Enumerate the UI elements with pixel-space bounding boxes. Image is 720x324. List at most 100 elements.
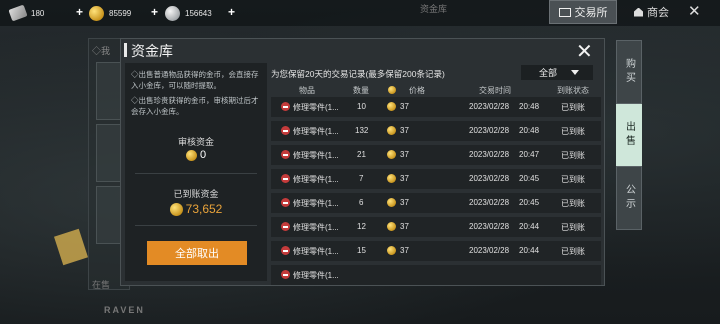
repair-parts-icon [281,222,290,231]
item-price: 37 [400,222,409,231]
vault-dialog: 资金库 ✕ ◇出售普通物品获得的金币，会直接存入小金库，可以随时提取。 ◇出售珍… [120,38,605,286]
item-name: 修理零件(1... [293,223,339,232]
repair-parts-icon [281,102,290,111]
column-header-time: 交易时间 [479,86,511,95]
tab-buy-label: 购买 [623,58,635,86]
background-tab: ◇我 [92,46,111,56]
transaction-row: 修理零件(1... 6 37 2023/02/28 20:45 已到账 [271,193,601,213]
trade-date: 2023/02/28 [469,126,510,135]
item-name: 修理零件(1... [293,151,339,160]
gold-coin-icon [185,149,197,161]
settle-status: 已到账 [561,127,585,136]
add-gold-button[interactable]: + [151,5,158,19]
settle-status: 已到账 [561,223,585,232]
transaction-row: 修理零件(1... 132 37 2023/02/28 20:48 已到账 [271,121,601,141]
silver-coin-icon [165,5,180,21]
repair-parts-icon [281,150,290,159]
trade-time: 20:48 [519,126,540,135]
silver-value: 156643 [185,8,212,18]
close-icon[interactable]: ✕ [688,2,701,20]
divider [135,225,257,226]
gold-coin-icon [387,198,396,207]
transaction-row: 修理零件(1... 15 37 2023/02/28 20:44 已到账 [271,241,601,261]
gold-coin-icon [388,86,396,94]
item-name: 修理零件(1... [293,199,339,208]
tab-announce[interactable]: 公示 [616,166,642,230]
review-funds-value: 0 [199,149,207,161]
trade-time: 20:44 [519,246,540,255]
dialog-title: 资金库 [131,43,173,59]
item-qty: 7 [359,174,364,183]
trade-date: 2023/02/28 [469,246,510,255]
trade-time: 20:44 [519,222,540,231]
item-qty: 132 [355,126,369,135]
background-label: 在售 [92,280,111,290]
brand-logo: RAVEN [104,305,145,315]
item-qty: 10 [357,102,366,111]
exchange-button[interactable]: 交易所 [549,0,617,24]
item-price: 37 [400,198,409,207]
tab-sell[interactable]: 出售 [616,104,642,166]
trade-time: 20:45 [519,198,540,207]
trade-date: 2023/02/28 [469,174,510,183]
exchange-label: 交易所 [574,7,608,19]
info-note: ◇出售普通物品获得的金币，会直接存入小金库，可以随时提取。 [131,70,259,90]
item-name: 修理零件(1... [293,271,339,280]
item-price: 37 [400,102,409,111]
trade-date: 2023/02/28 [469,222,510,231]
close-icon[interactable]: ✕ [576,39,593,64]
transaction-row: 修理零件(1... 10 37 2023/02/28 20:48 已到账 [271,97,601,117]
item-qty: 12 [357,222,366,231]
column-header-qty: 数量 [353,86,369,95]
record-filter-select[interactable]: 全部 [521,65,593,80]
column-header-price: 价格 [409,86,425,95]
add-silver-button[interactable]: + [228,5,235,19]
settled-funds-row: 73,652 [125,202,267,216]
item-price: 37 [400,126,409,135]
item-name: 修理零件(1... [293,127,339,136]
gold-coin-icon [387,126,396,135]
transaction-row: 修理零件(1... 7 37 2023/02/28 20:45 已到账 [271,169,601,189]
repair-parts-icon [281,174,290,183]
divider [135,173,257,174]
settle-status: 已到账 [561,151,585,160]
tab-announce-label: 公示 [623,184,635,212]
dialog-header: 资金库 ✕ [121,39,604,64]
silver-currency: 156643 [165,4,212,22]
settle-status: 已到账 [561,103,585,112]
item-price: 37 [400,246,409,255]
gold-coin-icon [169,202,183,216]
gold-coin-icon [387,150,396,159]
trade-time: 20:48 [519,102,540,111]
trade-time: 20:45 [519,174,540,183]
tab-buy[interactable]: 购买 [616,40,642,104]
chevron-down-icon [571,70,580,75]
gold-currency: 85599 [89,4,131,22]
trade-date: 2023/02/28 [469,198,510,207]
withdraw-all-button[interactable]: 全部取出 [147,241,247,265]
settle-status: 已到账 [561,199,585,208]
vault-tab[interactable]: 资金库 [420,2,447,15]
ticket-icon [8,4,28,22]
trade-date: 2023/02/28 [469,150,510,159]
trade-time: 20:47 [519,150,540,159]
column-header-status: 到账状态 [557,86,589,95]
settled-funds-label: 已到账资金 [173,189,219,199]
store-button[interactable]: 商会 [634,4,669,20]
transaction-list[interactable]: 修理零件(1... 10 37 2023/02/28 20:48 已到账 修理零… [271,97,601,285]
item-name: 修理零件(1... [293,247,339,256]
settled-funds-value: 73,652 [185,202,223,216]
transaction-row: 修理零件(1... 12 37 2023/02/28 20:44 已到账 [271,217,601,237]
item-qty: 21 [357,150,366,159]
ticket-currency: 180 [8,4,44,22]
item-name: 修理零件(1... [293,175,339,184]
item-name: 修理零件(1... [293,103,339,112]
item-price: 37 [400,174,409,183]
transaction-row: 修理零件(1... 21 37 2023/02/28 20:47 已到账 [271,145,601,165]
gold-coin-icon [387,174,396,183]
item-qty: 15 [357,246,366,255]
top-bar: 180 + 85599 + 156643 + 资金库 交易所 商会 ✕ [0,0,720,26]
item-price: 37 [400,150,409,159]
record-retention-hint: 为您保留20天的交易记录(最多保留200条记录) [271,69,445,79]
add-ticket-button[interactable]: + [76,5,83,19]
